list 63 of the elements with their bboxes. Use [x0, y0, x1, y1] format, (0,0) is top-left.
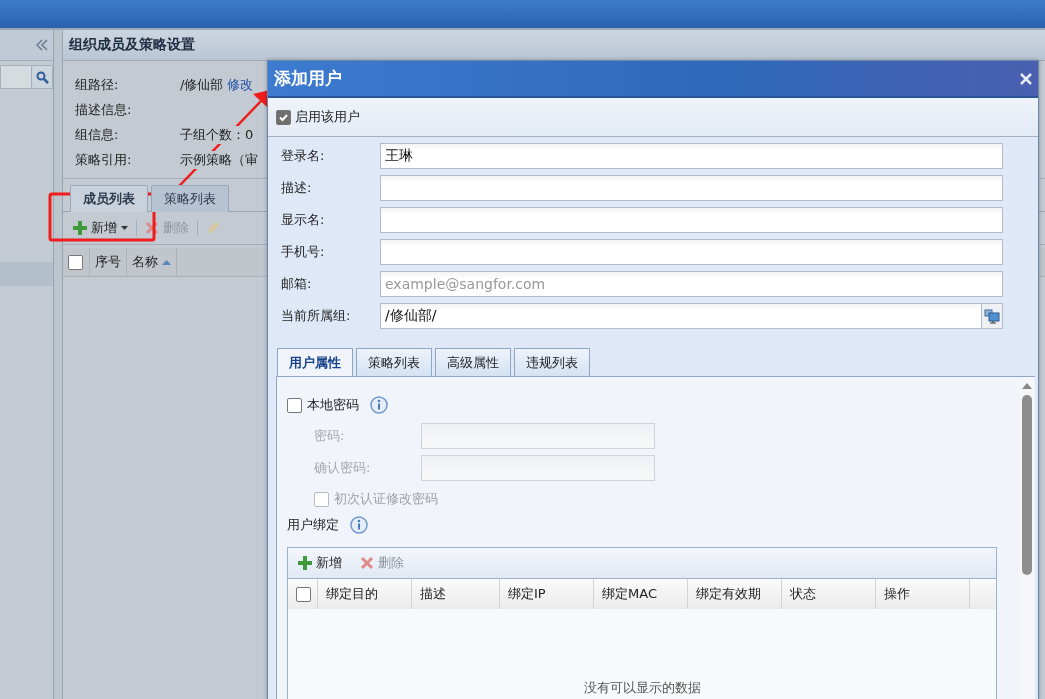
empty-message: 没有可以显示的数据: [583, 679, 701, 697]
field-label: 邮箱:: [281, 275, 313, 293]
info-icon: [370, 396, 388, 414]
input-field[interactable]: 王琳: [381, 144, 1002, 168]
panel-title: 组织成员及策略设置: [63, 30, 1045, 61]
info-label: 组信息:: [75, 125, 120, 144]
caret-icon: [121, 226, 128, 230]
field-label: 确认密码:: [314, 459, 372, 477]
checkbox[interactable]: [68, 254, 83, 270]
edit-link[interactable]: 修改: [227, 75, 254, 94]
toolbar-button[interactable]: 新增: [296, 552, 344, 574]
column-header[interactable]: 名称: [127, 248, 177, 276]
field-label: 当前所属组:: [281, 307, 352, 325]
column-header[interactable]: 状态: [782, 579, 876, 609]
tab[interactable]: 策略列表: [356, 348, 432, 377]
search-icon[interactable]: [35, 70, 49, 84]
info-value: /修仙部: [180, 75, 224, 94]
sort-icon: [162, 259, 171, 265]
field-label: 密码:: [314, 427, 346, 445]
close-icon: [145, 221, 159, 235]
scroll-up-icon[interactable]: [1022, 383, 1032, 389]
plus-icon: [73, 221, 87, 235]
checkbox-label: 本地密码: [307, 396, 359, 414]
field-label: 描述:: [281, 179, 313, 197]
password-field[interactable]: [421, 423, 655, 449]
column-header[interactable]: 描述: [412, 579, 500, 609]
checkbox[interactable]: [276, 109, 291, 125]
field-label: 显示名:: [281, 211, 326, 229]
checkbox-label: 启用该用户: [295, 108, 360, 126]
monitor-icon[interactable]: [984, 308, 1000, 324]
tab[interactable]: 用户属性: [277, 348, 353, 377]
close-icon: [360, 556, 374, 570]
column-header[interactable]: 绑定有效期: [688, 579, 782, 609]
column-header[interactable]: 绑定MAC: [594, 579, 688, 609]
info-value: 示例策略（审: [180, 150, 258, 169]
tab[interactable]: 成员列表: [70, 185, 148, 212]
column-header[interactable]: 绑定IP: [500, 579, 594, 609]
search-field[interactable]: [0, 65, 53, 89]
column-header[interactable]: 操作: [876, 579, 970, 609]
collapse-icon[interactable]: [35, 39, 49, 51]
column-header[interactable]: 序号: [90, 248, 127, 276]
tab[interactable]: 违规列表: [514, 348, 590, 377]
tab[interactable]: 策略列表: [151, 185, 229, 212]
info-icon: [350, 516, 368, 534]
info-label: 策略引用:: [75, 150, 133, 169]
section-title: 用户绑定: [287, 516, 339, 534]
info-label: 组路径:: [75, 75, 120, 94]
info-value: 子组个数：0: [180, 125, 254, 144]
checkbox[interactable]: [287, 397, 302, 413]
dialog-title: 添加用户: [274, 67, 342, 90]
checkbox[interactable]: [296, 586, 311, 602]
info-label: 描述信息:: [75, 100, 133, 119]
input-field[interactable]: example@sangfor.com: [381, 272, 1002, 296]
close-icon[interactable]: [1020, 72, 1032, 85]
toolbar-button[interactable]: 新增: [71, 217, 130, 239]
column-header[interactable]: 绑定目的: [318, 579, 412, 609]
field-label: 手机号:: [281, 243, 326, 261]
field-label: 登录名:: [281, 147, 326, 165]
checkbox-label: 初次认证修改密码: [334, 490, 438, 508]
password-field[interactable]: [421, 455, 655, 481]
plus-icon: [298, 556, 312, 570]
pencil-icon: [206, 221, 220, 235]
tab[interactable]: 高级属性: [435, 348, 511, 377]
